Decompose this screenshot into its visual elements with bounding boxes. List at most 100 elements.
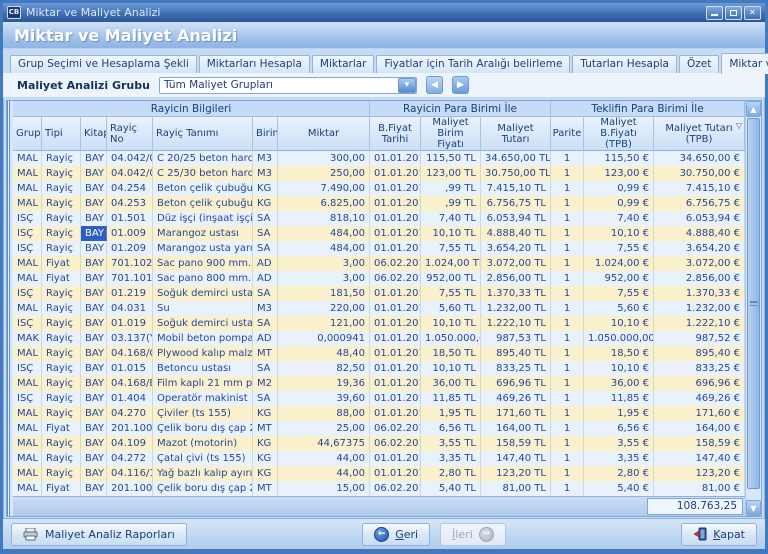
grid-cell[interactable]: 123,00 € xyxy=(584,166,654,181)
grid-cell[interactable]: 952,00 € xyxy=(584,271,654,286)
grid-cell[interactable]: 1,95 € xyxy=(584,406,654,421)
grid-cell[interactable]: BAY xyxy=(81,406,107,421)
grid-cell[interactable]: SA xyxy=(253,286,278,301)
grid-cell[interactable]: 1 xyxy=(551,301,584,316)
grid-cell[interactable]: KG xyxy=(253,451,278,466)
grid-cell[interactable]: MAL xyxy=(13,166,42,181)
grid-cell[interactable]: SA xyxy=(253,226,278,241)
grid-cell[interactable]: MT xyxy=(253,421,278,436)
tab-özet[interactable]: Özet xyxy=(679,55,719,73)
grid-cell[interactable]: BAY xyxy=(81,346,107,361)
grid-cell[interactable]: BAY xyxy=(81,256,107,271)
tab-tutarları-hesapla[interactable]: Tutarları Hesapla xyxy=(572,55,677,73)
grid-cell[interactable]: 04.168/B3 xyxy=(107,376,153,391)
grid-cell[interactable]: KG xyxy=(253,196,278,211)
grid-cell[interactable]: 1.232,00 TL xyxy=(481,301,551,316)
grid-cell[interactable]: Film kaplı 21 mm plywood xyxy=(153,376,253,391)
grid-cell[interactable]: 3,00 xyxy=(278,256,370,271)
selected-grid-cell[interactable]: BAY xyxy=(81,226,107,241)
grid-cell[interactable]: Çatal çivi (ts 155) xyxy=(153,451,253,466)
grid-cell[interactable]: BAY xyxy=(81,181,107,196)
grid-cell[interactable]: BAY xyxy=(81,151,107,166)
grid-cell[interactable]: 987,53 TL xyxy=(481,331,551,346)
grid-cell[interactable]: ISÇ xyxy=(13,286,42,301)
grid-cell[interactable]: Rayiç xyxy=(42,316,81,331)
grid-cell[interactable]: 3,00 xyxy=(278,271,370,286)
grid-cell[interactable]: 5,60 € xyxy=(584,301,654,316)
grid-cell[interactable]: 201.1002 xyxy=(107,421,153,436)
grid-cell[interactable]: 06.02.2017 xyxy=(370,421,421,436)
grid-cell[interactable]: 220,00 xyxy=(278,301,370,316)
grid-cell[interactable]: 06.02.2017 xyxy=(370,256,421,271)
grid-cell[interactable]: 3.654,20 TL xyxy=(481,241,551,256)
grid-cell[interactable]: 3.654,20 € xyxy=(654,241,745,256)
grid-cell[interactable]: MAL xyxy=(13,421,42,436)
grid-cell[interactable]: 6,56 € xyxy=(584,421,654,436)
grid-cell[interactable]: 01.404 xyxy=(107,391,153,406)
grid-cell[interactable]: 147,40 € xyxy=(654,451,745,466)
close-icon[interactable] xyxy=(744,6,761,20)
grid-cell[interactable]: AD xyxy=(253,271,278,286)
grid-cell[interactable]: 701.102 xyxy=(107,256,153,271)
grid-cell[interactable]: 04.254 xyxy=(107,181,153,196)
grid-cell[interactable]: Fiyat xyxy=(42,271,81,286)
grid-cell[interactable]: 01.01.2016 xyxy=(370,151,421,166)
grid-cell[interactable]: 701.101 xyxy=(107,271,153,286)
grid-cell[interactable]: 201.1001 xyxy=(107,481,153,496)
column-header[interactable]: Parite xyxy=(551,117,584,151)
grid-cell[interactable]: 04.109 xyxy=(107,436,153,451)
grid-cell[interactable]: Rayiç xyxy=(42,361,81,376)
grid-cell[interactable]: MAL xyxy=(13,301,42,316)
grid-cell[interactable]: Rayiç xyxy=(42,166,81,181)
grid-cell[interactable]: 696,96 € xyxy=(654,376,745,391)
grid-cell[interactable]: 833,25 € xyxy=(654,361,745,376)
grid-cell[interactable]: 19,36 xyxy=(278,376,370,391)
grid-cell[interactable]: ISÇ xyxy=(13,391,42,406)
grid-cell[interactable]: BAY xyxy=(81,196,107,211)
grid-cell[interactable]: Rayiç xyxy=(42,466,81,481)
grid-cell[interactable]: M3 xyxy=(253,151,278,166)
grid-cell[interactable]: 10,10 € xyxy=(584,361,654,376)
grid-cell[interactable]: 04.270 xyxy=(107,406,153,421)
grid-cell[interactable]: 164,00 € xyxy=(654,421,745,436)
grid-cell[interactable]: 34.650,00 € xyxy=(654,151,745,166)
grid-cell[interactable]: Rayiç xyxy=(42,451,81,466)
grid-cell[interactable]: Rayiç xyxy=(42,211,81,226)
grid-cell[interactable]: ISÇ xyxy=(13,361,42,376)
grid-cell[interactable]: KG xyxy=(253,436,278,451)
grid-cell[interactable]: BAY xyxy=(81,316,107,331)
grid-cell[interactable]: 4.888,40 € xyxy=(654,226,745,241)
grid-cell[interactable]: 06.02.2017 xyxy=(370,271,421,286)
grid-cell[interactable]: 10,10 TL xyxy=(421,316,481,331)
grid-cell[interactable]: 01.01.2016 xyxy=(370,376,421,391)
grid-cell[interactable]: 6.756,75 TL xyxy=(481,196,551,211)
grid-cell[interactable]: 1 xyxy=(551,271,584,286)
grid-cell[interactable]: 2,80 € xyxy=(584,466,654,481)
grid-cell[interactable]: Rayiç xyxy=(42,181,81,196)
grid-cell[interactable]: 3,35 TL xyxy=(421,451,481,466)
grid-cell[interactable]: Rayiç xyxy=(42,226,81,241)
grid-cell[interactable]: 158,59 € xyxy=(654,436,745,451)
grid-cell[interactable]: 11,85 € xyxy=(584,391,654,406)
grid-cell[interactable]: Rayiç xyxy=(42,436,81,451)
grid-cell[interactable]: Rayiç xyxy=(42,376,81,391)
grid-cell[interactable]: 6.053,94 € xyxy=(654,211,745,226)
grid-cell[interactable]: KG xyxy=(253,406,278,421)
grid-cell[interactable]: 11,85 TL xyxy=(421,391,481,406)
grid-cell[interactable]: MAL xyxy=(13,346,42,361)
grid-cell[interactable]: BAY xyxy=(81,241,107,256)
grid-cell[interactable]: 1 xyxy=(551,151,584,166)
grid-cell[interactable]: Soğuk demirci usta yardı xyxy=(153,286,253,301)
grid-cell[interactable]: 469,26 € xyxy=(654,391,745,406)
grid-cell[interactable]: 171,60 TL xyxy=(481,406,551,421)
grid-cell[interactable]: 06.02.2017 xyxy=(370,481,421,496)
grid-cell[interactable]: 1 xyxy=(551,346,584,361)
grid-cell[interactable]: 5,40 TL xyxy=(421,481,481,496)
grid-cell[interactable]: BAY xyxy=(81,166,107,181)
grid-cell[interactable]: 987,52 € xyxy=(654,331,745,346)
grid-cell[interactable]: 1 xyxy=(551,241,584,256)
grid-cell[interactable]: 484,00 xyxy=(278,226,370,241)
grid-cell[interactable]: MAL xyxy=(13,256,42,271)
grid-cell[interactable]: 484,00 xyxy=(278,241,370,256)
grid-cell[interactable]: Soğuk demirci ustası xyxy=(153,316,253,331)
